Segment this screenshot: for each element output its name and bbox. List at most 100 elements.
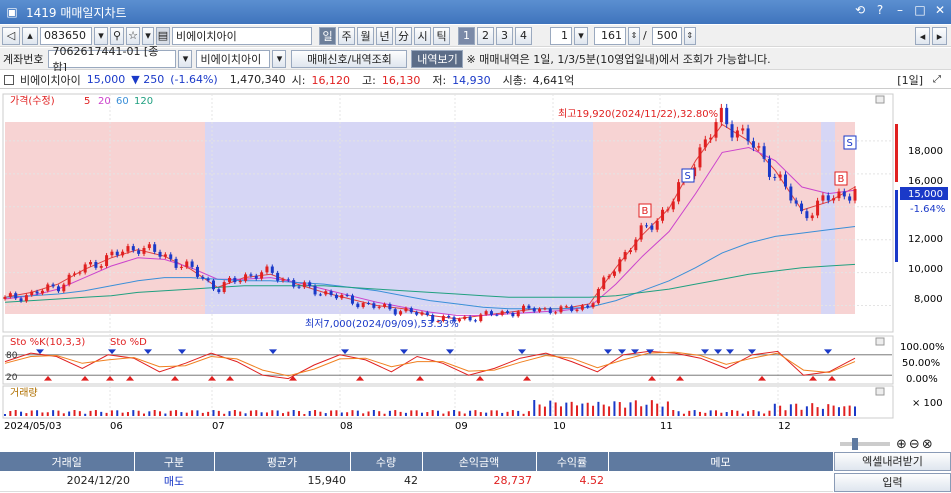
- ytick-8000: 8,000: [914, 294, 943, 305]
- period-year[interactable]: 년: [376, 26, 393, 45]
- pane-max-icon[interactable]: [875, 95, 885, 104]
- nav-up-icon[interactable]: ▴: [22, 26, 38, 45]
- zoom-slider[interactable]: [840, 438, 890, 450]
- expand-icon[interactable]: ⤢: [933, 74, 941, 85]
- volume-bar: [634, 400, 637, 416]
- volume-bar: [704, 412, 707, 416]
- volume-bar: [698, 411, 701, 416]
- vol-pane-icon[interactable]: [875, 387, 885, 396]
- candle-body: [14, 293, 18, 299]
- count-input[interactable]: 161: [594, 26, 626, 45]
- account-dropdown-icon[interactable]: ▾: [178, 49, 193, 68]
- col-memo[interactable]: 메모: [608, 452, 834, 471]
- candle-body: [709, 137, 713, 140]
- candle-body: [655, 220, 659, 230]
- zoom-in-icon[interactable]: ⊕: [896, 437, 907, 452]
- volume-bar: [752, 410, 755, 416]
- trade-signals-button[interactable]: 매매신호/내역조회: [291, 49, 408, 68]
- period-hour[interactable]: 시: [414, 26, 431, 45]
- account-name-select[interactable]: 비에이치아이: [196, 49, 271, 68]
- cell-memo[interactable]: [608, 471, 833, 492]
- volume-bar: [276, 410, 279, 416]
- candle-body: [516, 311, 520, 317]
- sto-pane-icon[interactable]: [875, 337, 885, 346]
- account-select[interactable]: 7062617441-01 [종합]: [48, 45, 177, 74]
- minimize-icon[interactable]: –: [893, 3, 907, 17]
- period-minute[interactable]: 分: [395, 26, 412, 45]
- excel-download-button[interactable]: 엑셀내려받기: [834, 452, 951, 471]
- volume-bar: [249, 410, 252, 416]
- candle-body: [735, 130, 739, 138]
- col-type[interactable]: 구분: [134, 452, 215, 471]
- table-row[interactable]: 2024/12/20 매도 15,940 42 28,737 4.52: [0, 471, 833, 492]
- candle-body: [842, 191, 846, 197]
- volume-bar: [116, 410, 119, 416]
- volume-bar: [543, 406, 546, 416]
- volume-bar: [495, 410, 498, 416]
- candle-body: [623, 252, 627, 260]
- num-1[interactable]: 1: [458, 26, 475, 45]
- candle-body: [645, 225, 649, 227]
- candle-body: [318, 294, 322, 296]
- candle-body: [56, 286, 60, 292]
- volume-bar: [404, 412, 407, 416]
- scroll-next-icon[interactable]: ▸: [932, 27, 947, 45]
- xtick-4: 09: [455, 421, 468, 432]
- col-trade-date[interactable]: 거래일: [0, 452, 135, 471]
- candle-body: [554, 312, 558, 314]
- account-name-dropdown-icon[interactable]: ▾: [272, 49, 287, 68]
- close-icon[interactable]: ✕: [933, 3, 947, 17]
- checkbox-icon[interactable]: [4, 74, 14, 85]
- zoom-out-icon[interactable]: ⊖: [909, 437, 920, 452]
- volume-bar: [661, 406, 664, 416]
- nav-back-icon[interactable]: ◁: [2, 26, 20, 45]
- num-2[interactable]: 2: [477, 26, 494, 45]
- scroll-prev-icon[interactable]: ◂: [915, 27, 930, 45]
- input-button[interactable]: 입력: [834, 473, 951, 492]
- candle-body: [201, 276, 205, 279]
- col-quantity[interactable]: 수량: [350, 452, 423, 471]
- volume-bar: [592, 405, 595, 416]
- candle-body: [3, 296, 7, 299]
- sto-ytick-50: 50.00%: [902, 358, 940, 369]
- period-week[interactable]: 주: [338, 26, 355, 45]
- volume-bar: [148, 411, 151, 416]
- help-icon[interactable]: ?: [873, 3, 887, 17]
- volume-bar: [410, 410, 413, 416]
- chart-area[interactable]: S B S B 가격(수정) 5 20 60 120 Sto %K(10,3,3) S…: [0, 90, 951, 436]
- candle-body: [489, 311, 493, 315]
- period-month[interactable]: 월: [357, 26, 374, 45]
- col-pnl[interactable]: 손익금액: [422, 452, 537, 471]
- candle-body: [757, 146, 761, 148]
- candle-body: [399, 311, 403, 315]
- candle-body: [286, 279, 290, 281]
- period-day[interactable]: 일: [319, 26, 336, 45]
- price-range-up-bar: [895, 124, 898, 182]
- volume-bar: [693, 410, 696, 416]
- num-3[interactable]: 3: [496, 26, 513, 45]
- candle-body: [356, 303, 360, 308]
- period-tick[interactable]: 틱: [433, 26, 450, 45]
- candle-body: [115, 251, 119, 256]
- candle-body: [19, 298, 23, 302]
- volume-bar: [608, 406, 611, 416]
- candle-body: [746, 128, 750, 142]
- interval-select[interactable]: 1: [550, 26, 572, 45]
- total-stepper-icon[interactable]: ⇕: [683, 26, 696, 45]
- link-icon[interactable]: ⟲: [853, 3, 867, 17]
- stock-name-field[interactable]: 비에이치아이: [172, 26, 312, 45]
- col-return[interactable]: 수익률: [536, 452, 609, 471]
- col-avg-price[interactable]: 평균가: [214, 452, 351, 471]
- candle-body: [832, 198, 836, 201]
- zoom-reset-icon[interactable]: ⊗: [922, 437, 933, 452]
- toolbar-account: 계좌번호 7062617441-01 [종합] ▾ 비에이치아이 ▾ 매매신호/…: [0, 45, 951, 74]
- volume-bar: [821, 408, 824, 416]
- sto-ytick-0: 0.00%: [906, 374, 938, 385]
- cell-pnl: 28,737: [422, 471, 536, 492]
- count-stepper-icon[interactable]: ⇕: [628, 26, 640, 45]
- view-history-button[interactable]: 내역보기: [411, 49, 464, 68]
- maximize-icon[interactable]: □: [913, 3, 927, 17]
- num-4[interactable]: 4: [515, 26, 532, 45]
- interval-dropdown-icon[interactable]: ▾: [574, 26, 588, 45]
- total-input[interactable]: 500: [651, 26, 682, 45]
